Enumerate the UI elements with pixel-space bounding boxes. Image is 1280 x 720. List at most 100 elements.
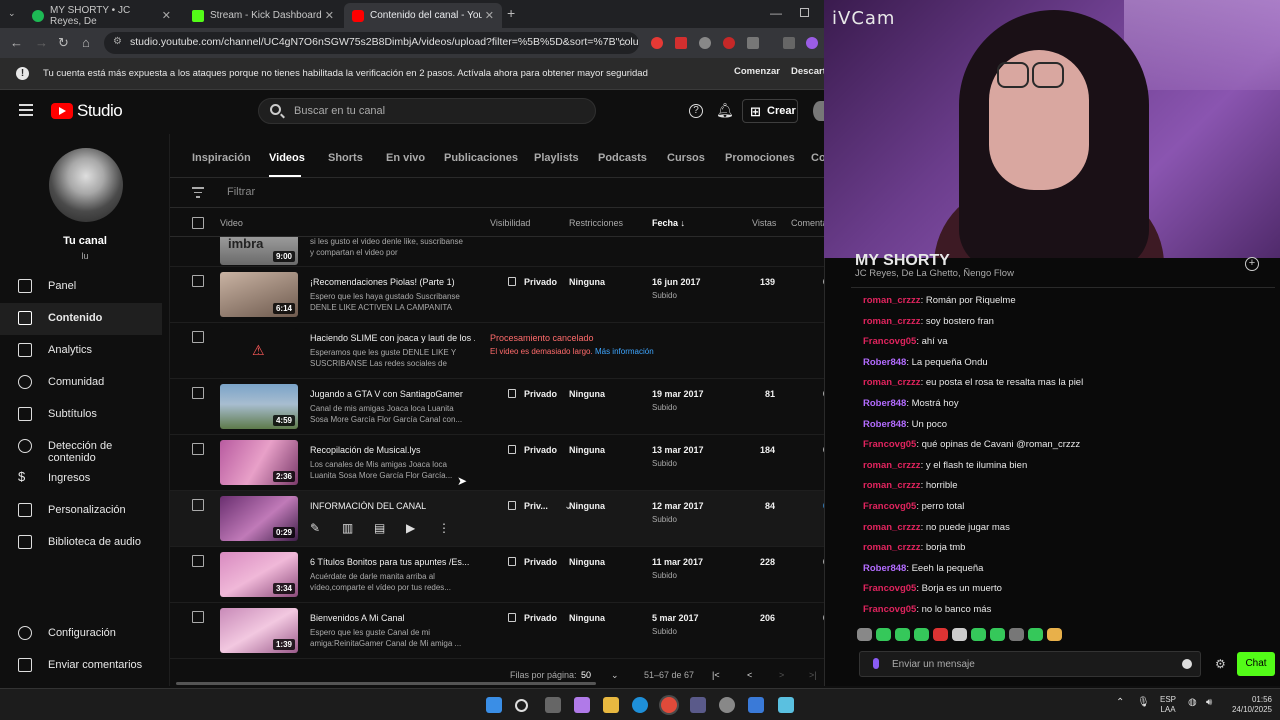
- browser-tab-3[interactable]: Contenido del canal - YouTube ✕: [344, 3, 502, 28]
- notepad-icon[interactable]: [778, 697, 794, 713]
- emote-icon[interactable]: [895, 628, 910, 641]
- table-row[interactable]: imbra 9:00 si les gusto el video denle l…: [170, 237, 824, 267]
- row-checkbox[interactable]: [192, 275, 204, 287]
- extension-icon[interactable]: [723, 37, 735, 49]
- search-input[interactable]: Buscar en tu canal: [258, 98, 596, 124]
- video-thumbnail[interactable]: 4:59: [220, 384, 298, 429]
- profile-avatar[interactable]: [806, 37, 818, 49]
- video-title[interactable]: 6 Títulos Bonitos para tus apuntes /Es..…: [310, 557, 475, 567]
- minimize-icon[interactable]: —: [770, 6, 782, 20]
- analytics-icon[interactable]: ▥: [342, 521, 374, 535]
- url-field[interactable]: ⚙ studio.youtube.com/channel/UC4gN7O6nSG…: [104, 32, 639, 54]
- tray-chevron-icon[interactable]: ⌃: [1116, 698, 1124, 708]
- chat-username[interactable]: roman_crzzz: [863, 295, 921, 306]
- table-row[interactable]: 0:29 INFORMACIÓN DEL CANAL ✎ ▥ ▤ ▶ ⋮ Priv...…: [170, 491, 828, 547]
- sidebar-item-biblioteca[interactable]: Biblioteca de audio: [0, 527, 162, 559]
- sidebar-item-deteccion[interactable]: Detección de contenido: [0, 431, 162, 464]
- chat-username[interactable]: roman_crzzz: [863, 460, 921, 471]
- extension-icon[interactable]: [699, 37, 711, 49]
- sidebar-item-analytics[interactable]: Analytics: [0, 335, 162, 367]
- extensions-puzzle-icon[interactable]: [747, 37, 759, 49]
- emote-icon[interactable]: [1047, 628, 1062, 641]
- chrome-icon[interactable]: [661, 697, 677, 713]
- tab-search-icon[interactable]: ⌄: [8, 8, 16, 19]
- youtube-play-icon[interactable]: ▶: [406, 521, 438, 535]
- close-icon[interactable]: ✕: [485, 9, 494, 22]
- tab-playlists[interactable]: Playlists: [534, 152, 579, 164]
- table-row[interactable]: 3:34 6 Títulos Bonitos para tus apuntes …: [170, 547, 828, 603]
- more-options-icon[interactable]: ⋮: [438, 521, 470, 535]
- settings-app-icon[interactable]: [719, 697, 735, 713]
- menu-icon[interactable]: [783, 37, 795, 49]
- bookmark-star-icon[interactable]: ☆: [617, 35, 628, 49]
- help-icon[interactable]: ?: [689, 104, 703, 118]
- table-row[interactable]: 6:14 ¡Recomendaciones Piolas! (Parte 1) …: [170, 267, 828, 323]
- more-info-link[interactable]: Más información: [595, 347, 654, 356]
- emote-icon[interactable]: [857, 628, 872, 641]
- chat-username[interactable]: roman_crzzz: [863, 542, 921, 553]
- first-page-icon[interactable]: |<: [712, 670, 720, 680]
- hamburger-menu-icon[interactable]: [19, 104, 33, 119]
- chat-username[interactable]: Francovg05: [863, 439, 916, 450]
- video-title[interactable]: Jugando a GTA V con SantiagoGamer: [310, 389, 475, 399]
- video-title[interactable]: Bienvenidos A Mi Canal: [310, 613, 475, 623]
- video-thumbnail[interactable]: ⚠: [220, 328, 298, 373]
- reload-icon[interactable]: ↻: [58, 35, 69, 51]
- settings-link[interactable]: Configuración: [0, 618, 162, 650]
- sidebar-item-ingresos[interactable]: $ Ingresos: [0, 463, 162, 495]
- tab-cursos[interactable]: Cursos: [667, 152, 705, 164]
- chat-username[interactable]: roman_crzzz: [863, 522, 921, 533]
- chat-message-input[interactable]: Enviar un mensaje: [859, 651, 1201, 677]
- start-menu-icon[interactable]: [486, 697, 502, 713]
- chat-username[interactable]: Rober848: [863, 563, 906, 574]
- visibility-cell[interactable]: Privado: [508, 557, 557, 567]
- video-title[interactable]: ¡Recomendaciones Piolas! (Parte 1): [310, 277, 475, 287]
- row-checkbox[interactable]: [192, 443, 204, 455]
- emote-icon[interactable]: [933, 628, 948, 641]
- home-icon[interactable]: ⌂: [82, 35, 90, 50]
- task-view-icon[interactable]: [545, 697, 561, 713]
- video-title[interactable]: Haciendo SLIME con joaca y lauti de los …: [310, 333, 475, 343]
- microphone-icon[interactable]: [873, 658, 879, 669]
- network-icon[interactable]: ◍: [1188, 698, 1197, 708]
- extension-icon[interactable]: [675, 37, 687, 49]
- sidebar-item-panel[interactable]: Panel: [0, 271, 162, 303]
- emote-icon[interactable]: [1028, 628, 1043, 641]
- next-page-icon[interactable]: >: [779, 670, 784, 680]
- sidebar-item-comunidad[interactable]: Comunidad: [0, 367, 162, 399]
- horizontal-scrollbar[interactable]: [170, 680, 824, 686]
- table-row[interactable]: 4:59 Jugando a GTA V con SantiagoGamer C…: [170, 379, 828, 435]
- notifications-bell-icon[interactable]: 🔔︎: [716, 102, 734, 119]
- chat-username[interactable]: Rober848: [863, 419, 906, 430]
- tab-shorts[interactable]: Shorts: [328, 152, 363, 164]
- table-row[interactable]: 2:36 Recopilación de Musical.lys Los can…: [170, 435, 828, 491]
- chat-username[interactable]: Francovg05: [863, 583, 916, 594]
- filter-icon[interactable]: [192, 187, 204, 201]
- visibility-dropdown[interactable]: Priv... ⌄: [508, 501, 572, 512]
- volume-icon[interactable]: 🔊︎: [1206, 698, 1212, 708]
- feedback-link[interactable]: Enviar comentarios: [0, 650, 162, 682]
- channel-label[interactable]: Tu canal: [0, 235, 170, 247]
- chat-username[interactable]: roman_crzzz: [863, 480, 921, 491]
- visibility-cell[interactable]: Privado: [508, 389, 557, 399]
- file-explorer-icon[interactable]: [603, 697, 619, 713]
- column-restrictions[interactable]: Restricciones: [569, 218, 623, 228]
- browser-tab-1[interactable]: MY SHORTY • JC Reyes, De ✕: [24, 3, 179, 28]
- new-tab-button[interactable]: +: [507, 5, 515, 21]
- tab-podcasts[interactable]: Podcasts: [598, 152, 647, 164]
- tab-inspiracion[interactable]: Inspiración: [192, 152, 251, 164]
- edge-icon[interactable]: [632, 697, 648, 713]
- video-thumbnail[interactable]: imbra 9:00: [220, 237, 298, 265]
- column-visibility[interactable]: Visibilidad: [490, 218, 530, 228]
- copilot-icon[interactable]: [574, 697, 590, 713]
- chat-username[interactable]: roman_crzzz: [863, 377, 921, 388]
- clock[interactable]: 01:56 24/10/2025: [1222, 695, 1272, 715]
- emote-icon[interactable]: [990, 628, 1005, 641]
- video-thumbnail[interactable]: 3:34: [220, 552, 298, 597]
- chat-username[interactable]: Francovg05: [863, 604, 916, 615]
- emote-icon[interactable]: [876, 628, 891, 641]
- table-row[interactable]: ⚠ Haciendo SLIME con joaca y lauti de lo…: [170, 323, 844, 379]
- close-icon[interactable]: ✕: [162, 9, 171, 22]
- send-chat-button[interactable]: Chat: [1237, 652, 1275, 676]
- video-thumbnail[interactable]: 0:29: [220, 496, 298, 541]
